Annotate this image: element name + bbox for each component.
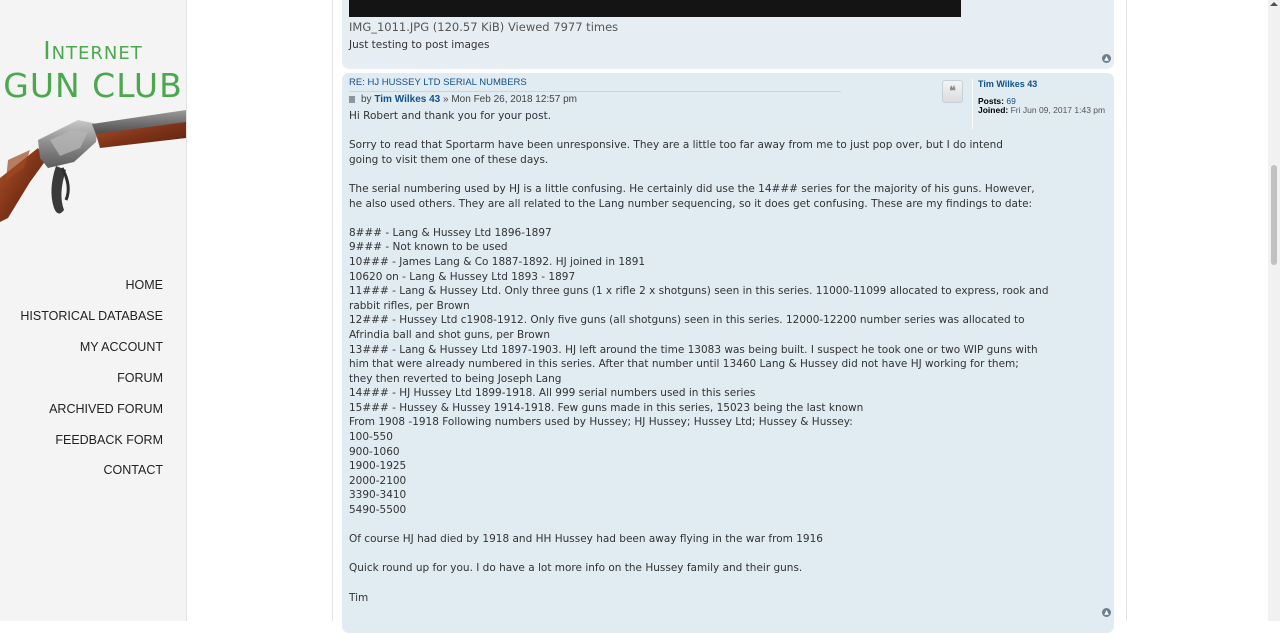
post-body-line (349, 211, 961, 226)
post-body-line: 12### - Hussey Ltd c1908-1912. Only five… (349, 314, 1025, 327)
post-body-line: 2000-2100 (349, 474, 407, 487)
nav-home[interactable]: HOME (126, 278, 164, 292)
post-body-line: they then reverted to being Joseph Lang (349, 372, 562, 385)
post-body-line: 13### - Lang & Hussey Ltd 1897-1903. HJ … (349, 343, 1038, 356)
post-body-line (349, 124, 961, 139)
nav-forum[interactable]: FORUM (117, 371, 163, 385)
sidebar: Internet GUN CLUB HOME HISTORICAL DATABA… (0, 0, 187, 621)
post-body-line (349, 518, 961, 533)
logo-gun-club[interactable]: GUN CLUB (0, 66, 186, 105)
attachment-caption: IMG_1011.JPG (120.57 KiB) Viewed 7977 ti… (349, 20, 619, 34)
scroll-up-arrow-icon[interactable] (1270, 2, 1278, 6)
quote-button[interactable]: ❝ (942, 80, 963, 103)
nav-my-account[interactable]: MY ACCOUNT (80, 340, 163, 354)
post-body-line: 11### - Lang & Hussey Ltd. Only three gu… (349, 285, 1049, 298)
quote-icon: ❝ (949, 84, 956, 98)
profile-joined: Joined: Fri Jun 09, 2017 1:43 pm (978, 105, 1105, 115)
back-to-top-icon[interactable]: ▲ (1102, 608, 1111, 617)
post-body-line: Afrindia ball and shot guns, per Brown (349, 328, 550, 341)
post-body-line: The serial numbering used by HJ is a lit… (349, 182, 1035, 195)
post-body-line: 10620 on - Lang & Hussey Ltd 1893 - 1897 (349, 270, 576, 283)
post-body-line: 5490-5500 (349, 504, 407, 517)
post-body-line: 8### - Lang & Hussey Ltd 1896-1897 (349, 226, 552, 239)
post-body-line (349, 547, 961, 562)
post-body-line: From 1908 -1918 Following numbers used b… (349, 416, 853, 429)
nav-historical-database[interactable]: HISTORICAL DATABASE (20, 309, 163, 323)
post-body-line: 9### - Not known to be used (349, 241, 508, 254)
joined-label: Joined: (978, 105, 1009, 115)
post-body-line: 100-550 (349, 431, 393, 444)
post-body-line: 14### - HJ Hussey Ltd 1899-1918. All 999… (349, 387, 756, 400)
post-body-line (349, 167, 961, 182)
profile-author-name[interactable]: Tim Wilkes 43 (978, 79, 1037, 89)
scrollbar-thumb[interactable] (1271, 165, 1277, 265)
post-body-line: Hi Robert and thank you for your post. (349, 110, 552, 122)
post-author-link[interactable]: Tim Wilkes 43 (374, 94, 440, 105)
post-body-line: him that were already numbered in this s… (349, 358, 1019, 371)
page-scrollbar[interactable] (1268, 0, 1280, 621)
post-body-line: Sorry to read that Sportarm have been un… (349, 139, 1003, 152)
post-body-line: Quick round up for you. I do have a lot … (349, 562, 803, 575)
post-body-line: 1900-1925 (349, 460, 407, 473)
post-body-line: 10### - James Lang & Co 1887-1892. HJ jo… (349, 255, 646, 268)
post-body-line: 900-1060 (349, 445, 400, 458)
joined-date: Fri Jun 09, 2017 1:43 pm (1010, 105, 1106, 115)
post-body: Hi Robert and thank you for your post. So… (349, 109, 1049, 605)
post-body-line: Of course HJ had died by 1918 and HH Hus… (349, 533, 823, 546)
post-icon[interactable] (349, 96, 355, 103)
post-body-line (349, 576, 961, 591)
post-body-line: he also used others. They are all relate… (349, 197, 1033, 210)
nav-feedback-form[interactable]: FEEDBACK FORM (55, 433, 163, 447)
title-divider (349, 91, 841, 92)
profile-divider (972, 79, 973, 129)
post-title[interactable]: Re: HJ Hussey Ltd serial numbers (349, 77, 527, 88)
post-meta: by Tim Wilkes 43 » Mon Feb 26, 2018 12:5… (349, 94, 577, 105)
shotgun-logo-image (0, 110, 186, 222)
nav-archived-forum[interactable]: ARCHIVED FORUM (49, 402, 163, 416)
post-body-line: rabbit rifles, per Brown (349, 299, 470, 312)
by-label: by (361, 94, 372, 105)
post-body-line: Tim (349, 591, 369, 604)
logo-internet[interactable]: Internet (0, 36, 186, 65)
back-to-top-icon[interactable]: ▲ (1102, 54, 1111, 63)
previous-post-text: Just testing to post images (349, 39, 490, 51)
post-date: » Mon Feb 26, 2018 12:57 pm (443, 94, 577, 105)
post-body-line: 15### - Hussey & Hussey 1914-1918. Few g… (349, 401, 864, 414)
attached-image[interactable] (349, 0, 961, 17)
nav-contact[interactable]: CONTACT (104, 463, 164, 477)
post-body-line: 3390-3410 (349, 489, 407, 502)
post-body-line: going to visit them one of these days. (349, 153, 549, 166)
